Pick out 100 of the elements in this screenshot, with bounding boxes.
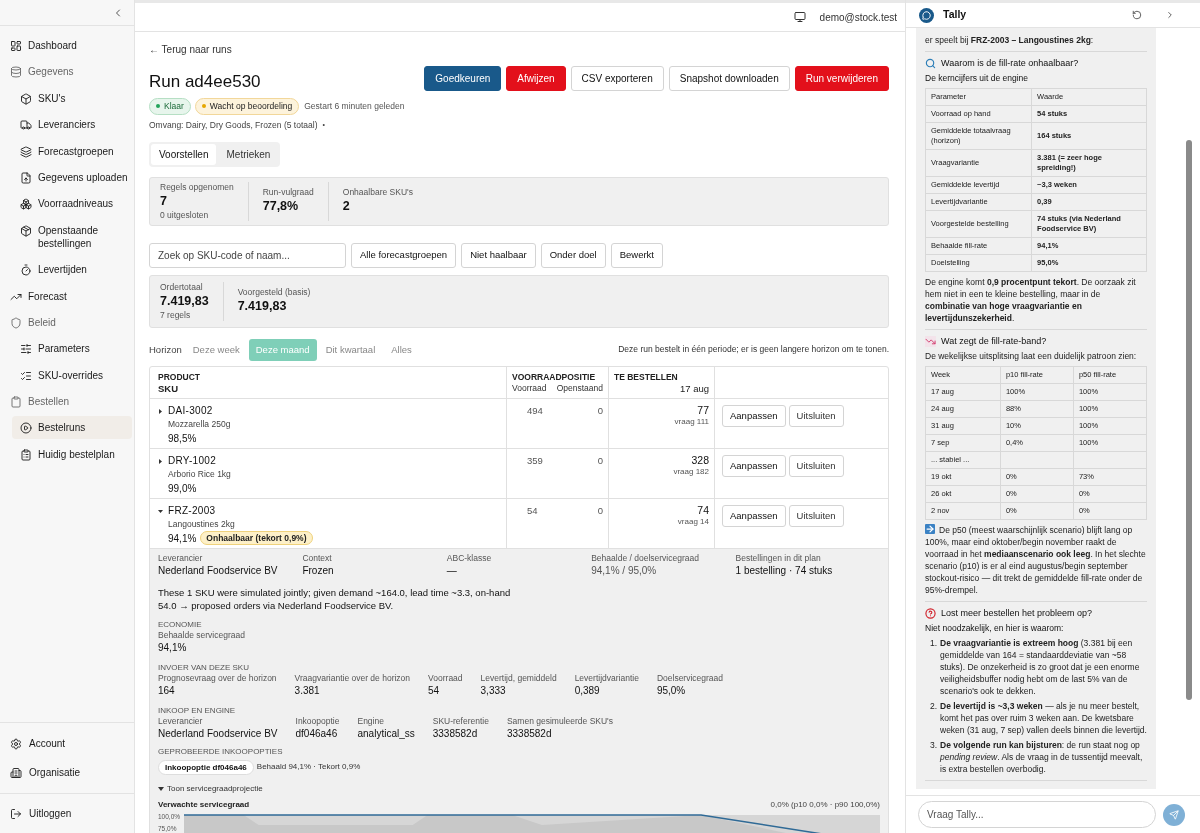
sidebar-item[interactable]: Leveranciers	[12, 113, 132, 137]
section-title: ECONOMIE	[158, 619, 203, 630]
sidebar-item[interactable]: Account	[2, 731, 132, 756]
field-label: Voorraad	[428, 672, 463, 684]
sidebar-item[interactable]: Levertijden	[12, 258, 132, 282]
close-panel-icon[interactable]	[1165, 10, 1175, 20]
monitor-icon[interactable]	[793, 11, 806, 23]
field-value: 3338582d	[432, 726, 479, 741]
status-badge: Wacht op beoordeling	[194, 98, 300, 115]
list-item: De vraagvariantie is extreem hoog (3.381 bij een gemiddelde van 164 = standaarddeviatie van ~58 stuks). De onzekerheid is zo groot dat je een enorme veiligheidsbuffer nodig hebt om de last 5% van de scenario's ook te dekken.	[940, 637, 1141, 697]
tab[interactable]: Voorstellen	[151, 143, 217, 165]
sku-code: DAI-3002	[168, 403, 214, 418]
caret-right-icon[interactable]	[158, 408, 163, 414]
send-icon	[1169, 809, 1179, 820]
field-label: ABC-klasse	[446, 552, 493, 564]
chat-title: Tally	[943, 7, 967, 23]
started-time: Gestart 6 minuten geleden	[304, 100, 405, 113]
sidebar-item[interactable]: Parameters	[12, 337, 132, 361]
horizon-option[interactable]: Deze week	[185, 338, 247, 361]
row-action-button[interactable]: Uitsluiten	[788, 454, 844, 477]
sidebar-icon	[20, 198, 32, 211]
sidebar-item[interactable]: Forecast	[2, 284, 132, 308]
field-value: 94,1% / 95,0%	[591, 563, 658, 578]
column-header: PRODUCT	[158, 371, 202, 382]
caret-down-icon[interactable]	[158, 508, 163, 514]
action-button[interactable]: Goedkeuren	[424, 66, 502, 91]
sidebar-group-label: Bestellen	[2, 390, 132, 414]
horizon-option[interactable]: Dit kwartaal	[318, 338, 383, 361]
field-value: 94,1%	[158, 640, 188, 655]
sidebar-item[interactable]: Bestelruns	[12, 416, 132, 440]
field-label: Vraagvariantie over de horizon	[294, 672, 411, 684]
sidebar-item[interactable]: Huidig bestelplan	[12, 442, 132, 466]
action-button[interactable]: Snapshot downloaden	[668, 66, 790, 91]
column-header: SKU	[158, 381, 180, 395]
chat-paragraph: De engine komt 0,9 procentpunt tekort. De oorzaak zit hem niet in een te kleine bestelling, maar in de combinatie van hoge vraagvariantie en levertijdunszekerheid.	[925, 276, 1137, 324]
filter-button[interactable]: Alle forecastgroepen	[351, 242, 457, 268]
row-action-button[interactable]: Uitsluiten	[788, 504, 844, 527]
projection-toggle[interactable]: Toon servicegraadprojectie	[158, 782, 263, 795]
filter-button[interactable]: Bewerkt	[610, 242, 663, 268]
table-cell-text: 0	[597, 503, 603, 518]
column-header: 17 aug	[679, 381, 709, 395]
chat-heading: Wat zegt de fill-rate-band?	[941, 335, 1047, 347]
section-title: GEPROBEERDE INKOOPOPTIES	[158, 746, 284, 757]
sidebar-item[interactable]: SKU's	[12, 86, 132, 110]
back-link[interactable]: ← Terug naar runs	[149, 42, 232, 57]
action-button[interactable]: CSV exporteren	[570, 66, 664, 91]
column-header: TE BESTELLEN	[614, 371, 679, 382]
scope-text: Omvang: Dairy, Dry Goods, Frozen (5 totaal)	[149, 118, 318, 132]
field-value: 1 bestelling · 74 stuks	[735, 563, 834, 578]
sidebar-item[interactable]: Gegevens uploaden	[12, 165, 132, 189]
field-label: Leverancier	[158, 552, 204, 564]
chart-title: Verwachte servicegraad	[158, 798, 250, 811]
row-action-button[interactable]: Aanpassen	[722, 504, 786, 527]
sidebar-item[interactable]: Openstaande bestellingen	[12, 218, 132, 255]
sidebar-item[interactable]: Organisatie	[2, 760, 132, 785]
total-note: 7 regels	[160, 309, 192, 321]
order-quantity: 74	[697, 503, 709, 517]
chat-heading: Lost meer bestellen het probleem op?	[941, 607, 1093, 619]
field-value: 54	[428, 683, 441, 698]
stat-value: 7	[160, 192, 168, 210]
option-chip: Inkoopoptie df046a46	[158, 759, 254, 775]
sidebar-item[interactable]: Voorraadniveaus	[12, 192, 132, 216]
column-header: VOORRAADPOSITIE	[512, 371, 597, 382]
row-action-button[interactable]: Aanpassen	[722, 454, 786, 477]
list-item: De volgende run kan bijsturen: de run staat nog op pending review. Als de vraag in de tussentijd meevalt, is extra bestellen overbodig.	[940, 739, 1144, 775]
chat-paragraph: De wekelijkse uitsplitsing laat een duidelijk patroon zien:	[925, 350, 1138, 362]
chat-input[interactable]: Vraag Tally...	[918, 801, 1156, 828]
reset-icon[interactable]	[1132, 10, 1142, 20]
list-number: 3.	[928, 739, 937, 752]
action-button[interactable]: Run verwijderen	[794, 66, 889, 91]
table-cell-text: 0	[597, 453, 603, 468]
sidebar-item[interactable]: SKU-overrides	[12, 363, 132, 387]
total-value: 7.419,83	[237, 297, 288, 315]
filter-button[interactable]: Niet haalbaar	[461, 242, 536, 268]
user-email: demo@stock.test	[819, 10, 897, 25]
field-label: Prognosevraag over de horizon	[158, 672, 277, 684]
action-button[interactable]: Afwijzen	[506, 66, 566, 91]
field-label: Leverancier	[158, 715, 204, 727]
sidebar-item[interactable]: Dashboard	[2, 34, 132, 57]
row-action-button[interactable]: Uitsluiten	[788, 404, 844, 427]
field-value: 3,333	[480, 683, 507, 698]
chart-down-icon	[925, 335, 936, 347]
caret-right-icon[interactable]	[158, 458, 163, 464]
fill-rate: 98,5%	[168, 431, 197, 446]
row-action-button[interactable]: Aanpassen	[722, 404, 786, 427]
search-field[interactable]: Zoek op SKU-code of naam...	[149, 242, 346, 268]
total-value: 7.419,83	[160, 292, 209, 310]
filter-button[interactable]: Onder doel	[540, 242, 606, 268]
total-label: Voorgesteld (basis)	[237, 286, 311, 298]
sidebar-icon	[10, 316, 22, 329]
sidebar-icon	[20, 145, 32, 158]
tab[interactable]: Metrieken	[218, 143, 279, 165]
logout-link[interactable]: Uitloggen	[2, 802, 132, 825]
field-value: 95,0%	[656, 683, 687, 698]
sidebar-item[interactable]: Forecastgroepen	[12, 139, 132, 163]
stat-label: Onhaalbare SKU's	[342, 186, 413, 198]
sku-code: DRY-1002	[168, 453, 217, 468]
field-label: Levertijd, gemiddeld	[480, 672, 557, 684]
horizon-option[interactable]: Alles	[384, 338, 419, 361]
order-quantity: 77	[697, 403, 709, 417]
